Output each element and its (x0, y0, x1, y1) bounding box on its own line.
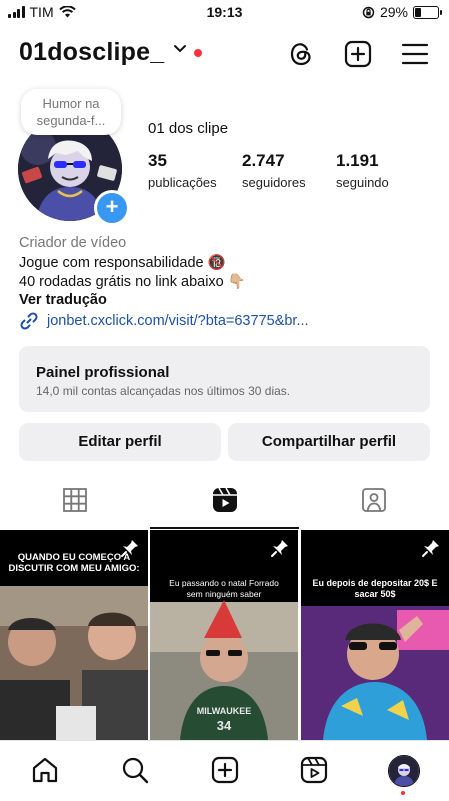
share-profile-button[interactable]: Compartilhar perfil (228, 423, 430, 461)
battery-icon (413, 5, 442, 19)
stat-followers[interactable]: 2.747 seguidores (242, 151, 306, 190)
panel-title: Painel profissional (36, 364, 170, 381)
home-icon[interactable] (30, 755, 60, 785)
bio-line: 40 rodadas grátis no link abaixo 👇🏼 (19, 274, 246, 290)
menu-icon[interactable] (400, 39, 430, 69)
tagged-tab-icon[interactable] (359, 485, 389, 515)
post-tile[interactable]: Eu depois de depositar 20$ E sacar 50$ (301, 530, 449, 740)
stat-value: 35 (148, 151, 167, 170)
post-thumbnail: MILWAUKEE 34 (150, 600, 298, 740)
see-translation-link[interactable]: Ver tradução (19, 292, 107, 308)
stat-value: 1.191 (336, 151, 379, 170)
pin-icon (271, 540, 288, 557)
bio-link[interactable]: jonbet.cxclick.com/visit/?bta=63775&br..… (19, 311, 309, 331)
grid-tab-icon[interactable] (60, 485, 90, 515)
svg-text:34: 34 (217, 718, 232, 733)
account-username[interactable]: 01dosclipe_ (19, 38, 164, 67)
pin-icon (422, 540, 439, 557)
svg-text:MILWAUKEE: MILWAUKEE (197, 706, 252, 716)
post-caption: Eu depois de depositar 20$ E sacar 50$ (312, 578, 438, 599)
add-story-button[interactable]: + (94, 190, 130, 226)
profile-category: Criador de vídeo (19, 235, 127, 251)
reels-icon[interactable] (299, 755, 329, 785)
threads-icon[interactable] (286, 39, 316, 69)
stat-label: publicações (148, 175, 217, 190)
status-bar: TIM 19:13 29% (0, 0, 449, 26)
stat-label: seguindo (336, 175, 389, 190)
post-caption: Eu passando o natal Forrado sem ninguém … (169, 578, 279, 599)
professional-dashboard[interactable]: Painel profissional 14,0 mil contas alca… (19, 346, 430, 412)
bio-link-text: jonbet.cxclick.com/visit/?bta=63775&br..… (47, 313, 309, 329)
profile-note-text: Humor na segunda-f... (36, 96, 106, 128)
notification-dot (401, 791, 405, 795)
bottom-navigation (0, 740, 449, 801)
edit-profile-button[interactable]: Editar perfil (19, 423, 221, 461)
stat-value: 2.747 (242, 151, 285, 170)
stat-posts[interactable]: 35 publicações (148, 151, 217, 190)
post-thumbnail (0, 586, 148, 740)
pin-icon (121, 540, 138, 557)
create-icon[interactable] (210, 755, 240, 785)
stat-following[interactable]: 1.191 seguindo (336, 151, 389, 190)
stat-label: seguidores (242, 175, 306, 190)
link-icon (20, 312, 38, 330)
post-tile[interactable]: MILWAUKEE 34 Eu passando o natal Forrado… (150, 530, 298, 740)
avatar-illustration (389, 756, 419, 786)
post-thumbnail (301, 606, 449, 740)
profile-avatar-tab[interactable] (388, 755, 420, 787)
create-icon[interactable] (343, 39, 373, 69)
bio-line: Jogue com responsabilidade 🔞 (19, 255, 226, 271)
orientation-lock-icon (362, 6, 375, 18)
active-tab-indicator (150, 527, 299, 529)
battery-percent: 29% (379, 4, 408, 20)
search-icon[interactable] (120, 755, 150, 785)
notification-dot (194, 49, 202, 57)
panel-subtitle: 14,0 mil contas alcançadas nos últimos 3… (36, 384, 291, 398)
status-right: 29% (362, 4, 442, 20)
post-tile[interactable]: QUANDO EU COMEÇO A DISCUTIR COM MEU AMIG… (0, 530, 148, 740)
chevron-down-icon[interactable] (173, 44, 187, 54)
profile-note-bubble[interactable]: Humor na segunda-f... (21, 89, 121, 135)
display-name: 01 dos clipe (148, 120, 229, 137)
reels-tab-icon[interactable] (210, 485, 240, 515)
